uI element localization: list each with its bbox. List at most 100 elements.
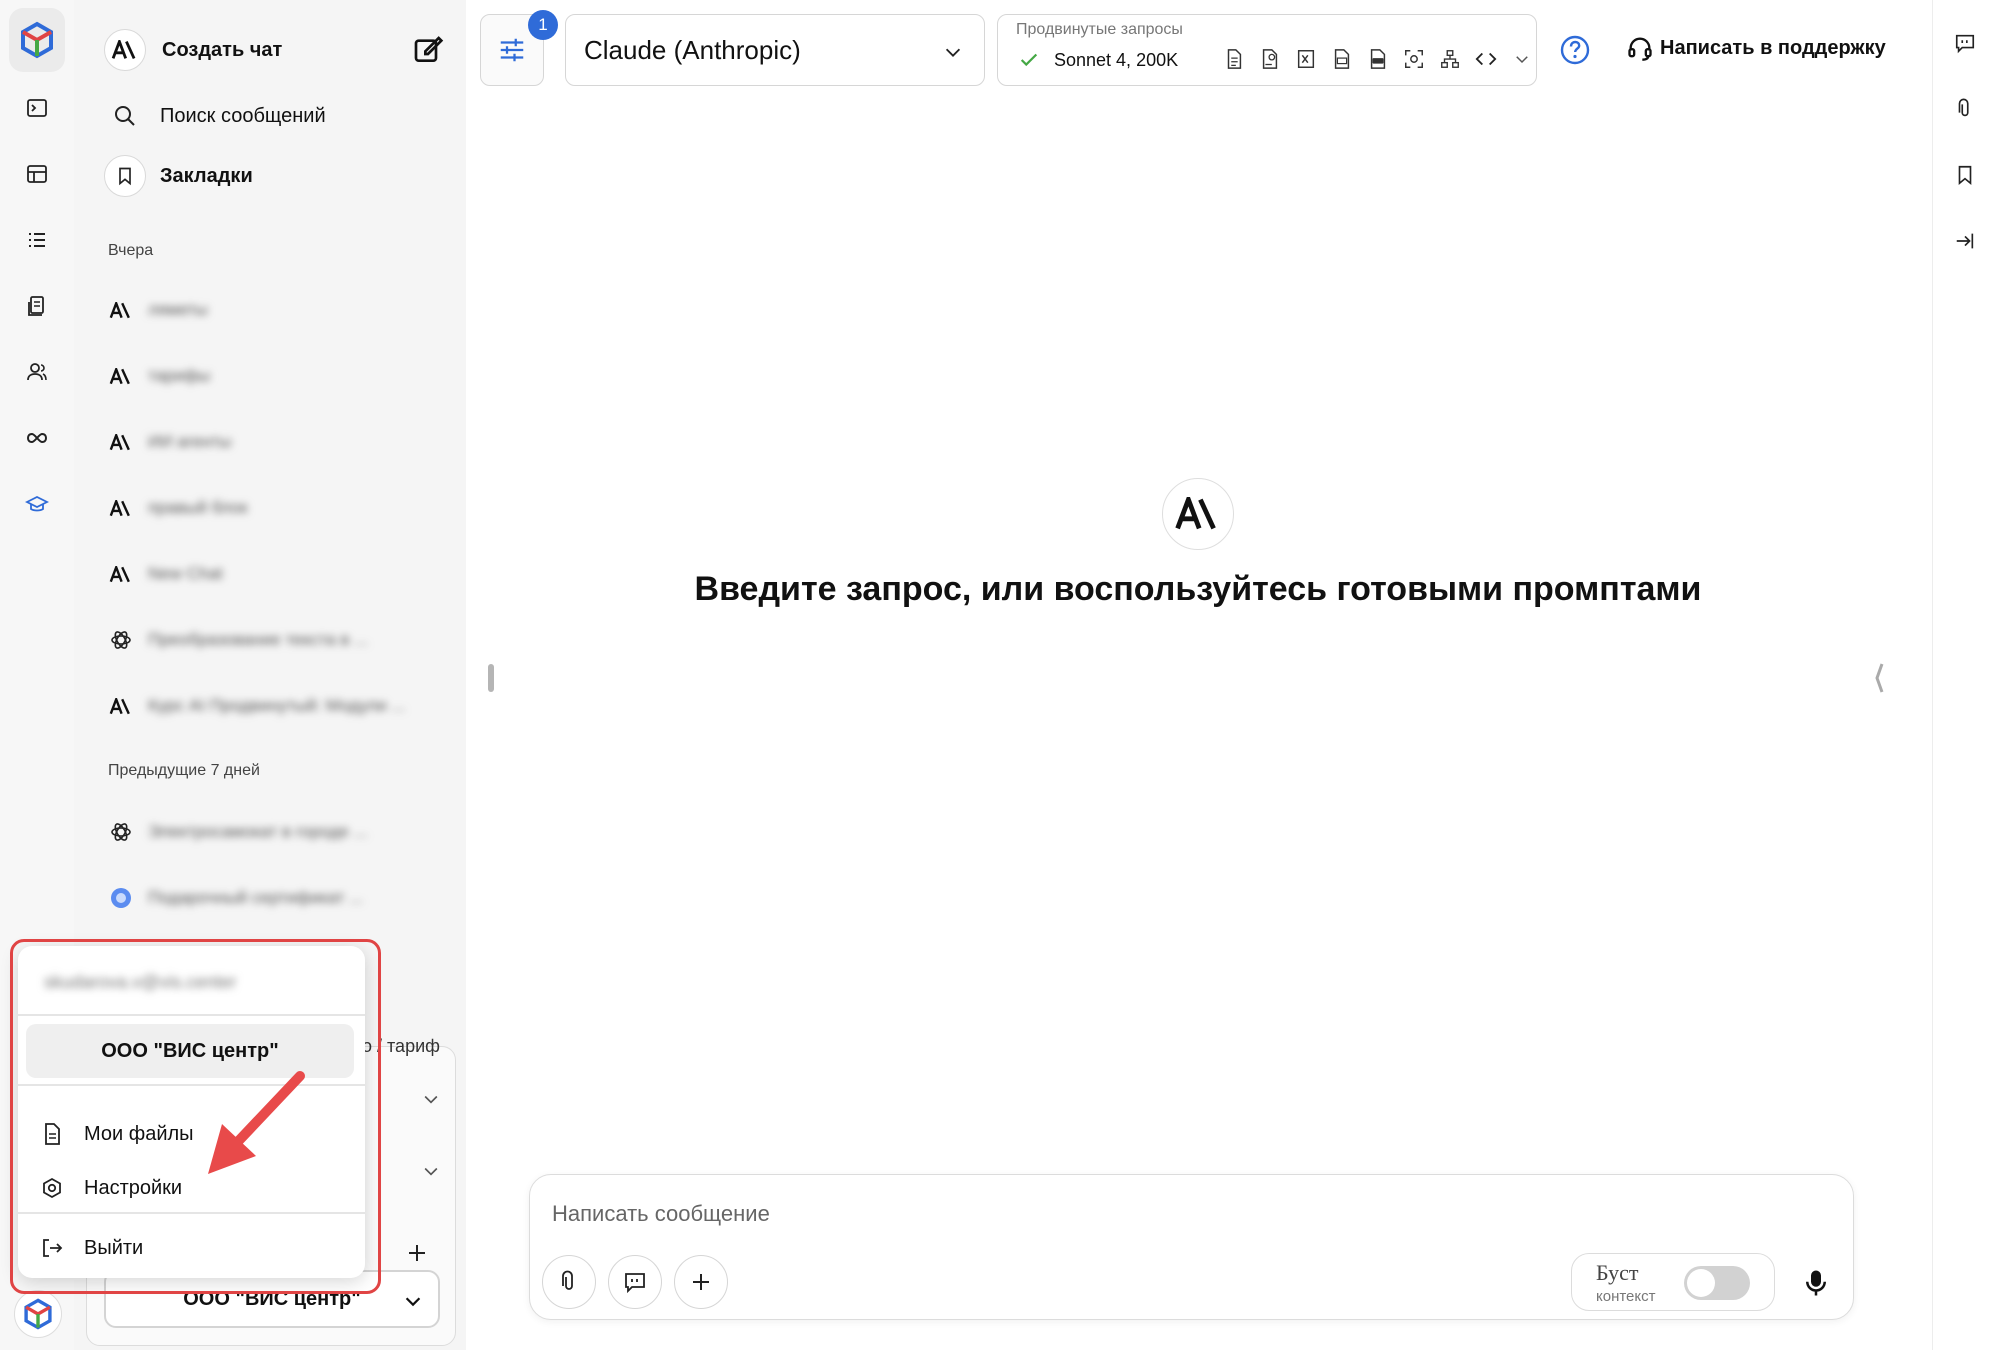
chevron-down-icon: [405, 1297, 421, 1307]
anthropic-icon: [1175, 497, 1216, 530]
chat-list-item[interactable]: ИИ агенты: [108, 422, 428, 462]
chat-list-item[interactable]: правый блок: [108, 488, 428, 528]
terminal-icon[interactable]: [17, 88, 57, 128]
chevron-down-icon[interactable]: [421, 1161, 441, 1181]
prompts-button[interactable]: [608, 1255, 662, 1309]
new-chat-button[interactable]: Создать чат: [104, 26, 444, 74]
blue-circle-icon: [108, 885, 134, 911]
documents-icon[interactable]: [17, 286, 57, 326]
chat-title: ляметы: [148, 300, 208, 319]
chat-title: тарифы: [148, 366, 211, 385]
txt-file-icon[interactable]: [1328, 45, 1356, 73]
tool-icons: [1220, 45, 1536, 73]
anthropic-icon: [108, 429, 134, 455]
document-icon[interactable]: [1220, 45, 1248, 73]
search-messages[interactable]: Поиск сообщений: [104, 93, 444, 139]
support-button[interactable]: Написать в поддержку: [1626, 34, 1886, 62]
chat-prompt-icon: [625, 1273, 645, 1294]
right-rail: [1932, 0, 1995, 1350]
chat-list-item[interactable]: Электросамокат в городе ...: [108, 812, 428, 852]
boost-switch[interactable]: [1684, 1266, 1750, 1300]
anthropic-icon: [108, 363, 134, 389]
new-chat-label: Создать чат: [162, 38, 283, 61]
help-icon[interactable]: [1559, 34, 1591, 66]
bookmark-icon[interactable]: [1950, 160, 1980, 190]
excel-icon[interactable]: [1292, 45, 1320, 73]
table-icon[interactable]: [17, 154, 57, 194]
boost-title: Буст: [1596, 1260, 1639, 1285]
anthropic-icon: [108, 561, 134, 587]
microphone-button[interactable]: [1798, 1263, 1834, 1303]
section-yesterday: Вчера: [108, 242, 154, 259]
chat-title: New Chat: [148, 564, 223, 583]
bookmarks-item[interactable]: Закладки: [104, 153, 444, 199]
model-selector[interactable]: Claude (Anthropic): [565, 14, 985, 86]
vis-logo-small-icon: [24, 1298, 52, 1330]
chevron-down-icon[interactable]: [1508, 45, 1536, 73]
attach-button[interactable]: [542, 1255, 596, 1309]
chat-list-item[interactable]: ляметы: [108, 290, 428, 330]
anthropic-icon: [108, 495, 134, 521]
add-button[interactable]: [674, 1255, 728, 1309]
sitemap-icon[interactable]: [1436, 45, 1464, 73]
advanced-requests-panel[interactable]: Продвинутые запросы Sonnet 4, 200K: [997, 14, 1537, 86]
chat-title: Электросамокат в городе ...: [148, 822, 368, 841]
chat-title: ИИ агенты: [148, 432, 232, 451]
model-label: Claude (Anthropic): [584, 34, 801, 65]
prompts-panel-icon[interactable]: [1950, 28, 1980, 58]
microphone-icon: [1806, 1270, 1826, 1296]
chat-title: правый блок: [148, 498, 248, 517]
plus-icon: [693, 1274, 709, 1290]
code-icon[interactable]: [1472, 45, 1500, 73]
paperclip-icon: [562, 1270, 573, 1290]
sliders-icon: [500, 38, 524, 62]
filters-count-badge: 1: [528, 10, 558, 40]
chat-list-item[interactable]: тарифы: [108, 356, 428, 396]
advanced-value-text: Sonnet 4, 200K: [1054, 49, 1179, 70]
user-avatar[interactable]: [14, 1290, 62, 1338]
support-label: Написать в поддержку: [1660, 36, 1886, 59]
bookmark-icon: [104, 155, 146, 197]
message-input[interactable]: Написать сообщение: [552, 1201, 770, 1227]
boost-context-toggle[interactable]: Буст контекст: [1571, 1253, 1775, 1311]
empty-state-heading: Введите запрос, или воспользуйтесь готов…: [694, 570, 1702, 608]
docx-file-icon[interactable]: [1364, 45, 1392, 73]
highlight-frame: [10, 939, 381, 1294]
search-label: Поиск сообщений: [160, 104, 326, 127]
check-icon: [1020, 53, 1038, 67]
chat-title: Преобразование текста в ...: [148, 630, 369, 649]
edit-icon[interactable]: [412, 34, 444, 66]
pdf-search-icon[interactable]: [1256, 45, 1284, 73]
message-composer[interactable]: Написать сообщение Буст контекст: [529, 1174, 1854, 1320]
paperclip-icon[interactable]: [1950, 94, 1980, 124]
headset-icon: [1628, 37, 1652, 61]
openai-icon: [108, 819, 134, 845]
chat-title: Подарочный сертификат ...: [148, 888, 364, 907]
plus-icon[interactable]: [405, 1241, 429, 1265]
anthropic-icon: [104, 29, 146, 71]
search-icon: [104, 104, 146, 128]
app-root: Создать чат Поиск сообщений Закладки Вче…: [0, 0, 1995, 1350]
chat-list-item[interactable]: Курс AI Продвинутый: Модули ...: [108, 686, 428, 726]
list-icon[interactable]: [17, 220, 57, 260]
chat-list-item[interactable]: Преобразование текста в ...: [108, 620, 428, 660]
chat-title: Курс AI Продвинутый: Модули ...: [148, 696, 406, 715]
boost-subtitle: контекст: [1596, 1288, 1656, 1305]
bookmarks-label: Закладки: [160, 164, 253, 187]
pointer-arrow-icon: [208, 1071, 305, 1174]
anthropic-icon: [108, 297, 134, 323]
left-resize-handle[interactable]: [488, 664, 494, 692]
anthropic-logo: [1162, 478, 1234, 550]
app-logo[interactable]: [9, 8, 65, 72]
users-icon[interactable]: [17, 352, 57, 392]
chat-list-item[interactable]: New Chat: [108, 554, 428, 594]
chevron-down-icon: [945, 48, 961, 57]
right-resize-handle[interactable]: [1874, 662, 1884, 694]
chat-list-item[interactable]: Подарочный сертификат ...: [108, 878, 428, 918]
vis-logo-icon: [21, 21, 53, 59]
scan-icon[interactable]: [1400, 45, 1428, 73]
infinity-icon[interactable]: [17, 418, 57, 458]
collapse-panel-icon[interactable]: [1950, 226, 1980, 256]
chevron-down-icon[interactable]: [421, 1089, 441, 1109]
graduation-cap-icon[interactable]: [17, 484, 57, 524]
